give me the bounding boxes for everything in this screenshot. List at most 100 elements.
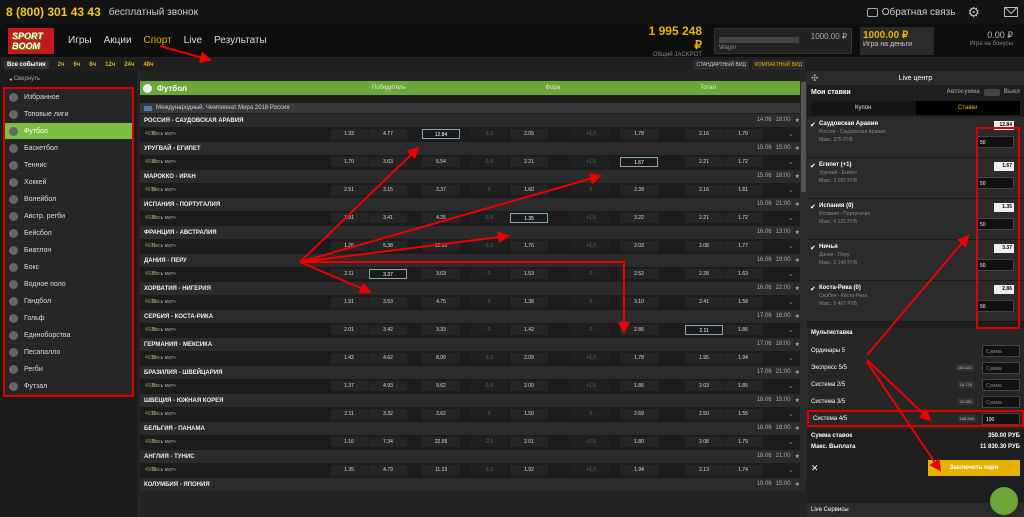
odds-cell[interactable]: 3.42: [369, 325, 407, 335]
chevron-down-icon[interactable]: ⌄: [788, 410, 794, 418]
odds-cell[interactable]: 1.55: [724, 409, 762, 419]
filter-12h[interactable]: 12ч: [105, 62, 115, 68]
system-amount-input[interactable]: Сумма: [982, 395, 1020, 408]
odds-cell[interactable]: 2.03: [620, 241, 658, 251]
nav-live[interactable]: Live: [184, 35, 202, 46]
mail-icon[interactable]: [1004, 7, 1018, 17]
odds-cell[interactable]: 2.00: [510, 381, 548, 391]
odds-cell[interactable]: 2.21: [685, 157, 723, 167]
filter-6h[interactable]: 6ч: [73, 62, 80, 68]
odds-cell[interactable]: 2.39: [620, 185, 658, 195]
nav-games[interactable]: Игры: [68, 35, 92, 46]
chevron-down-icon[interactable]: ⌄: [788, 242, 794, 250]
odds-cell[interactable]: 2.21: [510, 157, 548, 167]
odds-cell[interactable]: 1.35: [510, 213, 548, 223]
odds-cell[interactable]: +2.0: [572, 437, 610, 447]
odds-cell[interactable]: +1.0: [572, 213, 610, 223]
odds-cell[interactable]: 4.75: [422, 297, 460, 307]
system-amount-input[interactable]: Сумма: [982, 344, 1020, 357]
auto-sum-toggle[interactable]: [983, 88, 1000, 96]
sidebar-item[interactable]: Топовые лиги: [5, 106, 132, 123]
odds-cell[interactable]: +1.0: [572, 353, 610, 363]
odds-cell[interactable]: 2.08: [685, 241, 723, 251]
odds-cell[interactable]: 1.86: [724, 325, 762, 335]
real-money-button[interactable]: 1000.00 ₽ Игра на деньги: [860, 26, 934, 55]
chevron-down-icon[interactable]: ⌄: [788, 354, 794, 362]
odds-cell[interactable]: 1.74: [724, 465, 762, 475]
sidebar-item[interactable]: Гольф: [5, 310, 132, 327]
odds-cell[interactable]: 1.78: [620, 129, 658, 139]
odds-cell[interactable]: 22.99: [422, 437, 460, 447]
odds-cell[interactable]: 1.35: [330, 465, 368, 475]
odds-cell[interactable]: 1.33: [330, 129, 368, 139]
odds-cell[interactable]: 1.16: [330, 437, 368, 447]
system-row[interactable]: Ординары 5 Сумма: [811, 342, 1020, 359]
sidebar-item[interactable]: Футзал: [5, 378, 132, 395]
odds-cell[interactable]: 2.09: [510, 353, 548, 363]
league-header[interactable]: Международный. Чемпионат Мира 2018 Росси…: [140, 103, 804, 113]
chevron-down-icon[interactable]: ⌄: [788, 158, 794, 166]
chevron-down-icon[interactable]: ⌄: [788, 186, 794, 194]
compact-view-button[interactable]: КОМПАКТНЫЙ ВИД: [751, 59, 805, 70]
odds-cell[interactable]: 0: [572, 325, 610, 335]
odds-cell[interactable]: +1.0: [572, 157, 610, 167]
bet-amount-input[interactable]: 50: [976, 177, 1014, 189]
sidebar-item[interactable]: Футбол: [5, 123, 132, 140]
odds-cell[interactable]: 8.00: [422, 353, 460, 363]
odds-cell[interactable]: 1.63: [724, 269, 762, 279]
odds-cell[interactable]: 0: [572, 297, 610, 307]
match-title-row[interactable]: КОЛУМБИЯ - ЯПОНИЯ 19.06 15:00 ★: [140, 477, 804, 491]
system-amount-input[interactable]: Сумма: [982, 361, 1020, 374]
odds-cell[interactable]: +1.0: [572, 241, 610, 251]
odds-cell[interactable]: 0: [470, 185, 508, 195]
place-bet-button[interactable]: Заключить пари: [928, 460, 1020, 476]
odds-cell[interactable]: 1.70: [724, 129, 762, 139]
odds-cell[interactable]: 2.16: [685, 185, 723, 195]
betslip-item[interactable]: ✔ Саудовская Аравия Россия - Саудовская Ар…: [807, 117, 1024, 158]
sidebar-item[interactable]: Баскетбол: [5, 140, 132, 157]
odds-cell[interactable]: -1.0: [470, 353, 508, 363]
chevron-down-icon[interactable]: ⌄: [788, 298, 794, 306]
odds-cell[interactable]: 2.28: [685, 269, 723, 279]
odds-cell[interactable]: 5.54: [422, 157, 460, 167]
odds-cell[interactable]: 1.37: [330, 381, 368, 391]
sidebar-item[interactable]: Бокс: [5, 259, 132, 276]
filter-all[interactable]: Все события: [4, 60, 49, 69]
betslip-item[interactable]: ✔ Коста-Рика (0) Сербия - Коста-Рика Макс. …: [807, 281, 1024, 322]
odds-cell[interactable]: -1.0: [470, 381, 508, 391]
odds-cell[interactable]: 11.13: [422, 465, 460, 475]
odds-cell[interactable]: -1.0: [470, 129, 508, 139]
chevron-down-icon[interactable]: ⌄: [788, 466, 794, 474]
gear-icon[interactable]: ⚙: [967, 4, 980, 21]
bonus-button[interactable]: 0.00 ₽ Игра на бонусы: [934, 27, 1016, 55]
odds-cell[interactable]: 0: [572, 409, 610, 419]
odds-cell[interactable]: 3.32: [369, 409, 407, 419]
odds-cell[interactable]: 3.62: [422, 409, 460, 419]
bet-amount-input[interactable]: 50: [976, 218, 1014, 230]
odds-cell[interactable]: -1.0: [470, 157, 508, 167]
odds-cell[interactable]: 2.11: [330, 269, 368, 279]
odds-cell[interactable]: 1.92: [510, 465, 548, 475]
bet-amount-input[interactable]: 50: [976, 136, 1014, 148]
odds-cell[interactable]: +1.0: [572, 465, 610, 475]
odds-cell[interactable]: 3.53: [369, 297, 407, 307]
match-title-row[interactable]: ХОРВАТИЯ - НИГЕРИЯ 16.06 22:00 ★: [140, 281, 804, 295]
odds-cell[interactable]: 4.93: [369, 381, 407, 391]
check-icon[interactable]: ✔: [810, 285, 816, 293]
odds-cell[interactable]: 0: [572, 185, 610, 195]
odds-cell[interactable]: 4.25: [422, 213, 460, 223]
odds-cell[interactable]: 1.38: [510, 297, 548, 307]
sidebar-item[interactable]: Избранное: [5, 89, 132, 106]
odds-cell[interactable]: 1.72: [724, 157, 762, 167]
odds-cell[interactable]: 2.52: [620, 269, 658, 279]
odds-cell[interactable]: 0: [572, 269, 610, 279]
odds-cell[interactable]: 5.38: [369, 241, 407, 251]
odds-cell[interactable]: 1.76: [510, 241, 548, 251]
live-center-header[interactable]: ✣ Live центр: [807, 71, 1024, 85]
odds-cell[interactable]: 3.63: [422, 269, 460, 279]
odds-cell[interactable]: 1.80: [620, 437, 658, 447]
betslip-item[interactable]: ✔ Ничья Дания - Перу Макс. 2 148 РУБ 3.37 50: [807, 240, 1024, 281]
system-row[interactable]: Экспресс 5/5 281.621 Сумма: [811, 359, 1020, 376]
sidebar-item[interactable]: Бейсбол: [5, 225, 132, 242]
odds-cell[interactable]: 1.77: [724, 241, 762, 251]
